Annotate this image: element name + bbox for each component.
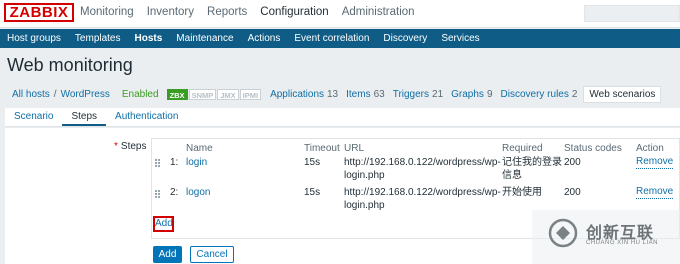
step-url-cont: login.php: [344, 170, 385, 181]
status-enabled[interactable]: Enabled: [122, 89, 159, 100]
menu-inventory[interactable]: Inventory: [147, 6, 194, 18]
availability-badges: ZBX SNMP JMX IPMI: [166, 88, 263, 100]
col-action: Action: [636, 143, 664, 154]
step-url: http://192.168.0.122/wordpress/wp-: [344, 187, 501, 198]
drag-handle-icon[interactable]: [155, 189, 160, 201]
page-title: Web monitoring: [7, 55, 133, 75]
tab-authentication[interactable]: Authentication: [106, 108, 187, 126]
submenu-event-correlation[interactable]: Event correlation: [287, 29, 376, 48]
graphs-link[interactable]: Graphs: [451, 89, 484, 100]
menu-configuration[interactable]: Configuration: [260, 6, 328, 18]
col-url: URL: [344, 143, 365, 154]
col-status-codes: Status codes: [564, 143, 622, 154]
step-status-codes: 200: [564, 157, 581, 168]
step-name-link[interactable]: login: [186, 156, 207, 170]
host-navigation: All hosts / WordPress Enabled ZBX SNMP J…: [0, 84, 662, 104]
step-number: 2:: [170, 187, 179, 198]
snmp-badge: SNMP: [188, 88, 217, 100]
drag-handle-icon[interactable]: [155, 158, 160, 170]
applications-link[interactable]: Applications: [270, 89, 324, 100]
step-url-cont: login.php: [344, 200, 385, 211]
nav-graphs[interactable]: Graphs 9: [451, 89, 492, 100]
remove-button[interactable]: Remove: [636, 186, 674, 199]
breadcrumb-separator: /: [53, 88, 57, 100]
step-number: 1:: [170, 157, 179, 168]
cancel-button[interactable]: Cancel: [190, 246, 234, 263]
top-bar: ZABBIX Monitoring Inventory Reports Conf…: [0, 0, 680, 28]
discovery-rules-count: 2: [571, 88, 578, 100]
watermark-subtext: CHUANG XIN HU LIAN: [586, 240, 659, 246]
required-mark: *: [114, 141, 118, 152]
main-menu: Monitoring Inventory Reports Configurati…: [80, 6, 428, 18]
menu-monitoring[interactable]: Monitoring: [80, 6, 134, 18]
nav-discovery-rules[interactable]: Discovery rules 2: [501, 89, 578, 100]
items-link[interactable]: Items: [346, 89, 370, 100]
menu-administration[interactable]: Administration: [342, 6, 415, 18]
jmx-badge: JMX: [217, 88, 239, 100]
step-required-cont: 信息: [502, 170, 522, 181]
zabbix-logo[interactable]: ZABBIX: [4, 3, 74, 22]
items-count: 63: [373, 88, 385, 100]
submenu-hosts[interactable]: Hosts: [128, 29, 170, 48]
ipmi-badge: IPMI: [239, 88, 262, 100]
submenu-actions[interactable]: Actions: [241, 29, 288, 48]
step-required: 记住我的登录: [502, 157, 562, 168]
add-step-link[interactable]: Add: [153, 216, 174, 232]
step-timeout: 15s: [304, 157, 321, 168]
step-url: http://192.168.0.122/wordpress/wp-: [344, 157, 501, 168]
nav-items[interactable]: Items 63: [346, 89, 385, 100]
steps-label-text: Steps: [120, 141, 147, 152]
tab-scenario[interactable]: Scenario: [5, 108, 62, 126]
search-input[interactable]: [584, 5, 680, 22]
applications-count: 13: [327, 88, 339, 100]
watermark-logo-icon: [548, 218, 578, 248]
remove-button[interactable]: Remove: [636, 156, 674, 169]
triggers-link[interactable]: Triggers: [393, 89, 429, 100]
step-required: 开始使用: [502, 187, 542, 198]
nav-applications[interactable]: Applications 13: [270, 89, 338, 100]
submenu-host-groups[interactable]: Host groups: [0, 29, 68, 48]
tab-steps[interactable]: Steps: [62, 108, 107, 126]
col-name: Name: [186, 143, 213, 154]
submenu-services[interactable]: Services: [434, 29, 486, 48]
form-tabs: Scenario Steps Authentication: [5, 108, 680, 127]
step-status-codes: 200: [564, 187, 581, 198]
nav-triggers[interactable]: Triggers 21: [393, 89, 443, 100]
submenu-templates[interactable]: Templates: [68, 29, 128, 48]
menu-reports[interactable]: Reports: [207, 6, 247, 18]
discovery-rules-link[interactable]: Discovery rules: [501, 89, 569, 100]
graphs-count: 9: [486, 88, 493, 100]
host-link[interactable]: WordPress: [61, 89, 110, 100]
step-timeout: 15s: [304, 187, 321, 198]
steps-label: * Steps: [114, 141, 146, 152]
nav-web-scenarios[interactable]: Web scenarios: [583, 85, 662, 103]
all-hosts-link[interactable]: All hosts: [12, 89, 50, 100]
zbx-badge: ZBX: [166, 88, 188, 100]
submenu-maintenance[interactable]: Maintenance: [169, 29, 240, 48]
sub-menu: Host groups Templates Hosts Maintenance …: [0, 29, 680, 48]
col-required: Required: [502, 143, 543, 154]
triggers-count: 21: [432, 88, 444, 100]
step-name-link[interactable]: logon: [186, 186, 210, 200]
col-timeout: Timeout: [304, 143, 340, 154]
submenu-discovery[interactable]: Discovery: [376, 29, 434, 48]
add-button[interactable]: Add: [153, 246, 182, 263]
